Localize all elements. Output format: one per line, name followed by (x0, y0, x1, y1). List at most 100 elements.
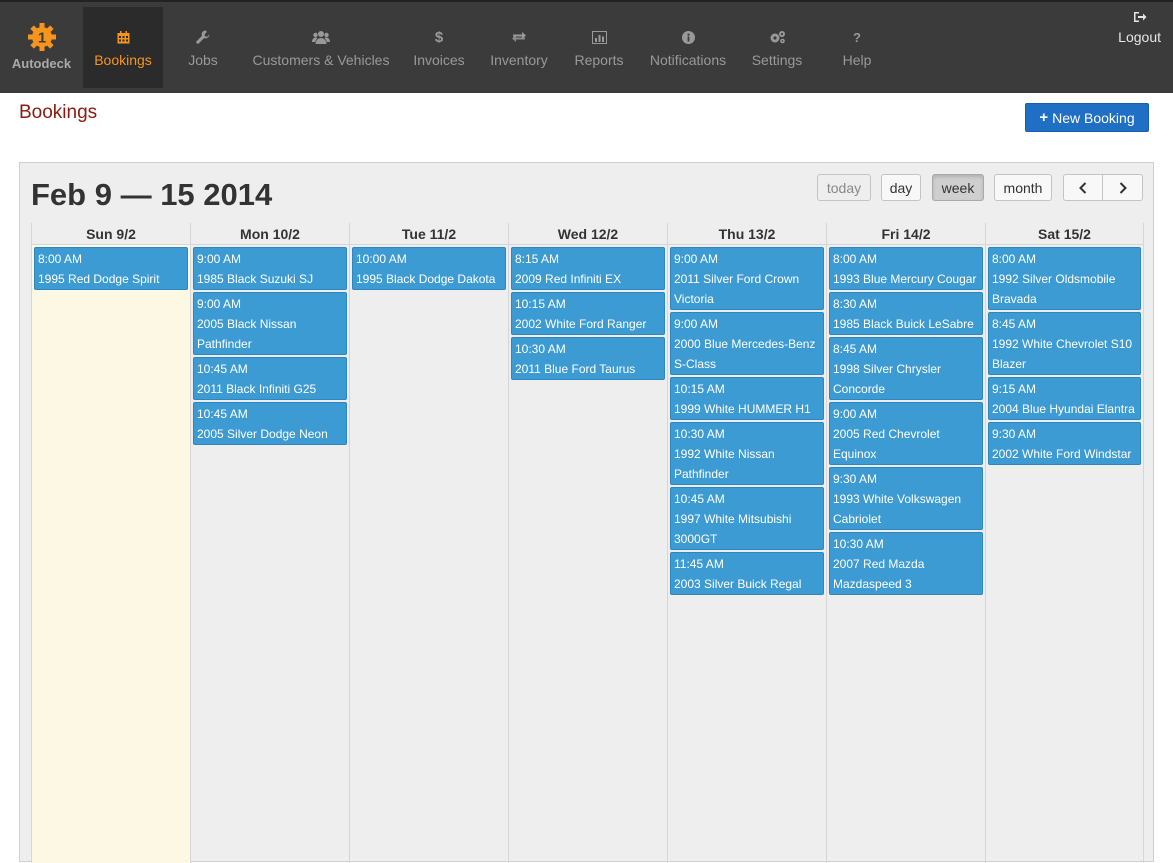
event-time: 9:00 AM (197, 252, 242, 266)
calendar-panel: Feb 9 — 15 2014 today day week month Sun… (19, 162, 1154, 863)
event-time: 9:00 AM (674, 317, 719, 331)
event-time: 8:45 AM (833, 342, 878, 356)
booking-event[interactable]: 10:45 AM 1997 White Mitsubishi 3000GT (670, 487, 824, 550)
day-view-button[interactable]: day (881, 174, 921, 201)
event-title: 2005 Red Chevrolet Equinox (833, 427, 940, 461)
nav-bookings[interactable]: Bookings (83, 7, 163, 88)
event-time: 10:15 AM (674, 382, 725, 396)
event-time: 10:15 AM (515, 297, 566, 311)
booking-event[interactable]: 8:30 AM 1985 Black Buick LeSabre (829, 292, 983, 335)
top-navbar: 1 Autodeck Bookings Jobs Customers & Veh… (0, 0, 1173, 93)
booking-event[interactable]: 10:15 AM 1999 White HUMMER H1 (670, 377, 824, 420)
booking-event[interactable]: 9:15 AM 2004 Blue Hyundai Elantra (988, 377, 1141, 420)
week-view-button[interactable]: week (932, 174, 984, 201)
nav-label: Bookings (94, 52, 152, 68)
booking-event[interactable]: 10:30 AM 2007 Red Mazda Mazdaspeed 3 (829, 532, 983, 595)
exchange-icon (511, 29, 527, 45)
booking-event[interactable]: 11:45 AM 2003 Silver Buick Regal (670, 552, 824, 595)
day-events: 8:00 AM 1995 Red Dodge Spirit (32, 245, 190, 290)
week-grid: Sun 9/2 8:00 AM 1995 Red Dodge Spirit Mon 1… (31, 223, 1144, 863)
svg-text:1: 1 (37, 30, 45, 47)
booking-event[interactable]: 10:15 AM 2002 White Ford Ranger (511, 292, 665, 335)
calendar-range-title: Feb 9 — 15 2014 (31, 177, 273, 212)
nav-invoices[interactable]: $ Invoices (405, 7, 473, 88)
event-time: 8:00 AM (833, 252, 878, 266)
nav-settings[interactable]: Settings (744, 7, 810, 88)
dollar-icon: $ (434, 28, 444, 46)
nav-notifications[interactable]: Notifications (642, 7, 734, 88)
prev-week-button[interactable] (1063, 174, 1103, 201)
booking-event[interactable]: 10:00 AM 1995 Black Dodge Dakota (352, 247, 506, 290)
booking-event[interactable]: 10:30 AM 1992 White Nissan Pathfinder (670, 422, 824, 485)
booking-event[interactable]: 9:30 AM 2002 White Ford Windstar (988, 422, 1141, 465)
booking-event[interactable]: 10:45 AM 2011 Black Infiniti G25 (193, 357, 347, 400)
booking-event[interactable]: 8:15 AM 2009 Red Infiniti EX (511, 247, 665, 290)
booking-event[interactable]: 8:00 AM 1993 Blue Mercury Cougar (829, 247, 983, 290)
day-column[interactable]: Fri 14/2 8:00 AM 1993 Blue Mercury Cougar 8… (826, 223, 985, 863)
booking-event[interactable]: 9:00 AM 2005 Red Chevrolet Equinox (829, 402, 983, 465)
booking-event[interactable]: 9:00 AM 2011 Silver Ford Crown Victoria (670, 247, 824, 310)
month-view-button[interactable]: month (994, 174, 1052, 201)
brand-logo-link[interactable]: 1 Autodeck (0, 4, 83, 93)
day-header: Wed 12/2 (509, 223, 667, 245)
booking-event[interactable]: 9:00 AM 2005 Black Nissan Pathfinder (193, 292, 347, 355)
booking-event[interactable]: 10:45 AM 2005 Silver Dodge Neon (193, 402, 347, 445)
event-title: 2007 Red Mazda Mazdaspeed 3 (833, 557, 925, 591)
nav-reports[interactable]: Reports (566, 7, 632, 88)
new-booking-button[interactable]: + New Booking (1025, 103, 1149, 132)
day-column[interactable]: Wed 12/2 8:15 AM 2009 Red Infiniti EX 10:15… (508, 223, 667, 863)
event-time: 10:30 AM (515, 342, 566, 356)
info-icon (681, 29, 695, 45)
booking-event[interactable]: 9:00 AM 1985 Black Suzuki SJ (193, 247, 347, 290)
nav-jobs[interactable]: Jobs (170, 7, 236, 88)
day-column[interactable]: Thu 13/2 9:00 AM 2011 Silver Ford Crown Vi… (667, 223, 826, 863)
day-header: Sun 9/2 (32, 223, 190, 245)
day-column[interactable]: Tue 11/2 10:00 AM 1995 Black Dodge Dakota (349, 223, 508, 863)
brand-name: Autodeck (11, 56, 72, 71)
event-time: 10:30 AM (833, 537, 884, 551)
event-time: 8:45 AM (992, 317, 1037, 331)
today-button[interactable]: today (817, 174, 871, 201)
booking-event[interactable]: 8:45 AM 1992 White Chevrolet S10 Blazer (988, 312, 1141, 375)
booking-event[interactable]: 8:00 AM 1992 Silver Oldsmobile Bravada (988, 247, 1141, 310)
day-column[interactable]: Sun 9/2 8:00 AM 1995 Red Dodge Spirit (31, 223, 190, 863)
booking-event[interactable]: 9:30 AM 1993 White Volkswagen Cabriolet (829, 467, 983, 530)
event-time: 10:00 AM (356, 252, 407, 266)
nav-label: Inventory (490, 52, 548, 68)
event-time: 11:45 AM (674, 557, 724, 571)
nav-inventory[interactable]: Inventory (482, 7, 556, 88)
booking-event[interactable]: 9:00 AM 2000 Blue Mercedes-Benz S-Class (670, 312, 824, 375)
event-title: 2000 Blue Mercedes-Benz S-Class (674, 337, 816, 371)
event-title: 2005 Black Nissan Pathfinder (197, 317, 297, 351)
event-time: 10:45 AM (197, 407, 248, 421)
booking-event[interactable]: 10:30 AM 2011 Blue Ford Taurus (511, 337, 665, 380)
nav-help[interactable]: ? Help (826, 7, 888, 88)
day-events: 9:00 AM 2011 Silver Ford Crown Victoria 9:… (668, 245, 826, 595)
autodeck-gear-logo-icon: 1 (27, 23, 56, 51)
nav-label: Jobs (188, 52, 218, 68)
booking-event[interactable]: 8:00 AM 1995 Red Dodge Spirit (34, 247, 188, 290)
event-time: 10:45 AM (674, 492, 725, 506)
event-title: 2002 White Ford Ranger (515, 317, 647, 331)
day-column[interactable]: Mon 10/2 9:00 AM 1985 Black Suzuki SJ 9:00 … (190, 223, 349, 863)
event-title: 1998 Silver Chrysler Concorde (833, 362, 942, 396)
logout-button[interactable]: Logout (1118, 10, 1161, 45)
event-time: 8:00 AM (38, 252, 83, 266)
event-time: 8:00 AM (992, 252, 1037, 266)
event-time: 9:30 AM (992, 427, 1037, 441)
event-title: 2011 Silver Ford Crown Victoria (674, 272, 800, 306)
event-title: 1999 White HUMMER H1 (674, 402, 811, 416)
event-title: 2011 Black Infiniti G25 (197, 382, 317, 396)
nav-label: Notifications (649, 52, 727, 68)
day-events: 8:00 AM 1993 Blue Mercury Cougar 8:30 AM 19… (827, 245, 985, 595)
day-events: 9:00 AM 1985 Black Suzuki SJ 9:00 AM 2005 B… (191, 245, 349, 445)
page-title: Bookings (19, 102, 98, 123)
wrench-icon (196, 29, 210, 45)
booking-event[interactable]: 8:45 AM 1998 Silver Chrysler Concorde (829, 337, 983, 400)
nav-customers-vehicles[interactable]: Customers & Vehicles (244, 7, 398, 88)
event-title: 1992 Silver Oldsmobile Bravada (992, 272, 1116, 306)
day-events: 8:00 AM 1992 Silver Oldsmobile Bravada 8:4… (986, 245, 1143, 465)
new-booking-label: New Booking (1052, 109, 1135, 126)
day-column[interactable]: Sat 15/2 8:00 AM 1992 Silver Oldsmobile Br… (985, 223, 1144, 863)
next-week-button[interactable] (1102, 174, 1143, 201)
